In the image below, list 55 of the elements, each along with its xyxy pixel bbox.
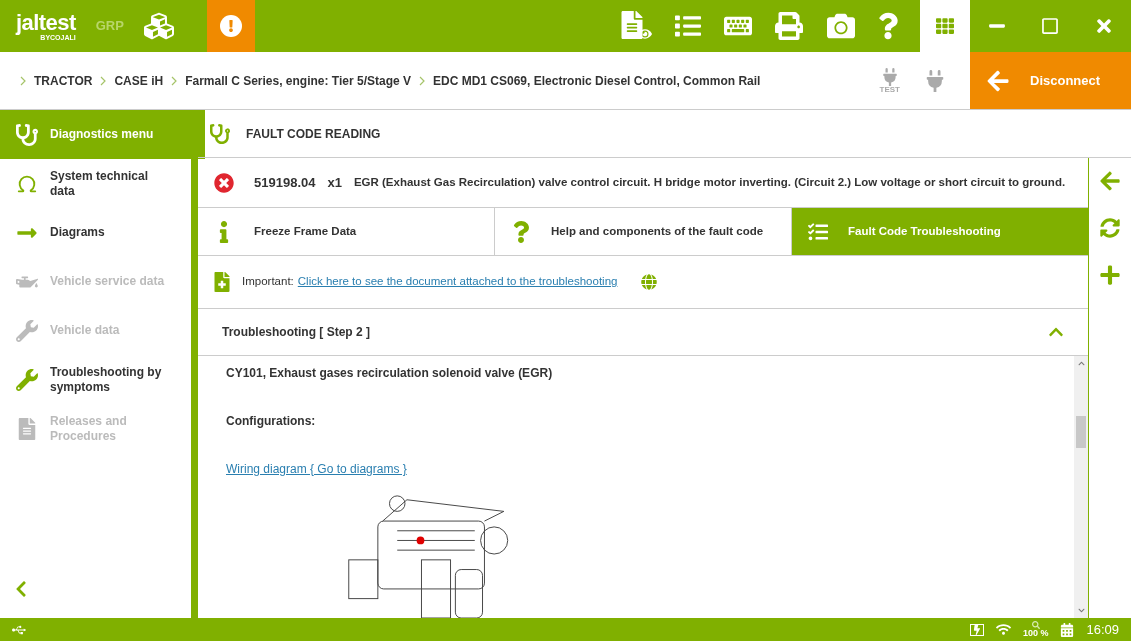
wifi-icon bbox=[995, 623, 1011, 636]
fault-code: 519198.04 bbox=[254, 173, 316, 192]
checklist-icon bbox=[808, 220, 828, 243]
document-icon bbox=[16, 417, 38, 440]
refresh-icon[interactable] bbox=[1100, 218, 1120, 238]
alert-button[interactable] bbox=[207, 0, 255, 52]
help-icon[interactable] bbox=[878, 11, 898, 41]
list-icon[interactable] bbox=[674, 13, 702, 39]
apps-grid-icon[interactable] bbox=[936, 17, 954, 35]
maximize-icon[interactable] bbox=[1040, 17, 1059, 35]
stethoscope-icon bbox=[16, 123, 38, 146]
chevron-icon bbox=[171, 75, 178, 86]
breadcrumb-item[interactable]: TRACTOR bbox=[34, 71, 93, 90]
breadcrumb-item[interactable]: CASE iH bbox=[114, 71, 164, 90]
calendar-icon[interactable] bbox=[1060, 622, 1075, 637]
fault-count: x1 bbox=[327, 173, 342, 192]
scroll-down-icon[interactable] bbox=[1077, 607, 1085, 614]
edition-label: GRP bbox=[95, 17, 124, 36]
sidebar-item[interactable]: Diagrams bbox=[0, 208, 191, 257]
question-icon bbox=[511, 220, 531, 243]
clock-time: 16:09 bbox=[1086, 620, 1119, 639]
component-title: CY101, Exhaust gases recirculation solenoid valve (EGR) bbox=[226, 365, 554, 382]
notice-label: Important: bbox=[242, 274, 294, 290]
sidebar-item[interactable]: Troubleshooting by symptoms bbox=[0, 355, 191, 404]
chevron-icon bbox=[419, 75, 425, 86]
camera-icon[interactable] bbox=[826, 12, 856, 40]
scrollbar[interactable] bbox=[1074, 356, 1088, 618]
fault-description: EGR (Exhaust Gas Recirculation) valve control circuit. H bridge motor inverting. (Circuit 2.) Low voltage or short circuit to ground. bbox=[353, 175, 1066, 190]
section-title: FAULT CODE READING bbox=[246, 125, 381, 143]
document-link[interactable]: Click here to see the document attached to the troubleshooting bbox=[297, 273, 618, 291]
logo-text: jaltest bbox=[16, 11, 76, 34]
wrench-icon bbox=[16, 319, 38, 342]
back-arrow-icon[interactable] bbox=[1099, 170, 1121, 192]
wiring-diagram-link[interactable]: Wiring diagram { Go to diagrams } bbox=[226, 460, 407, 478]
breadcrumb-item[interactable]: EDC MD1 CS069, Electronic Diesel Control, Common Rail bbox=[433, 71, 761, 90]
troubleshooting-header[interactable]: Troubleshooting [ Step 2 ] bbox=[198, 309, 1088, 356]
breadcrumb-item[interactable]: Farmall C Series, engine: Tier 5/Stage V bbox=[185, 71, 411, 90]
document-view-icon[interactable] bbox=[620, 11, 652, 41]
sidebar-item[interactable]: System technical data bbox=[0, 159, 191, 208]
back-arrow-icon bbox=[986, 68, 1010, 93]
globe-icon[interactable] bbox=[641, 274, 658, 290]
cubes-icon[interactable] bbox=[143, 11, 174, 41]
chevron-icon bbox=[20, 75, 26, 86]
scroll-thumb[interactable] bbox=[1076, 416, 1086, 448]
scroll-up-icon[interactable] bbox=[1077, 360, 1085, 367]
exclamation-icon bbox=[220, 15, 242, 37]
add-icon[interactable] bbox=[1099, 264, 1121, 286]
document-icon bbox=[214, 272, 230, 292]
chevron-icon bbox=[100, 75, 107, 86]
configurations-label: Configurations: bbox=[226, 413, 317, 430]
error-icon bbox=[214, 172, 234, 193]
battery-charging-icon bbox=[969, 623, 984, 636]
stethoscope-icon bbox=[210, 123, 230, 144]
printer-icon[interactable] bbox=[774, 12, 804, 40]
connector-icon[interactable] bbox=[924, 69, 946, 92]
